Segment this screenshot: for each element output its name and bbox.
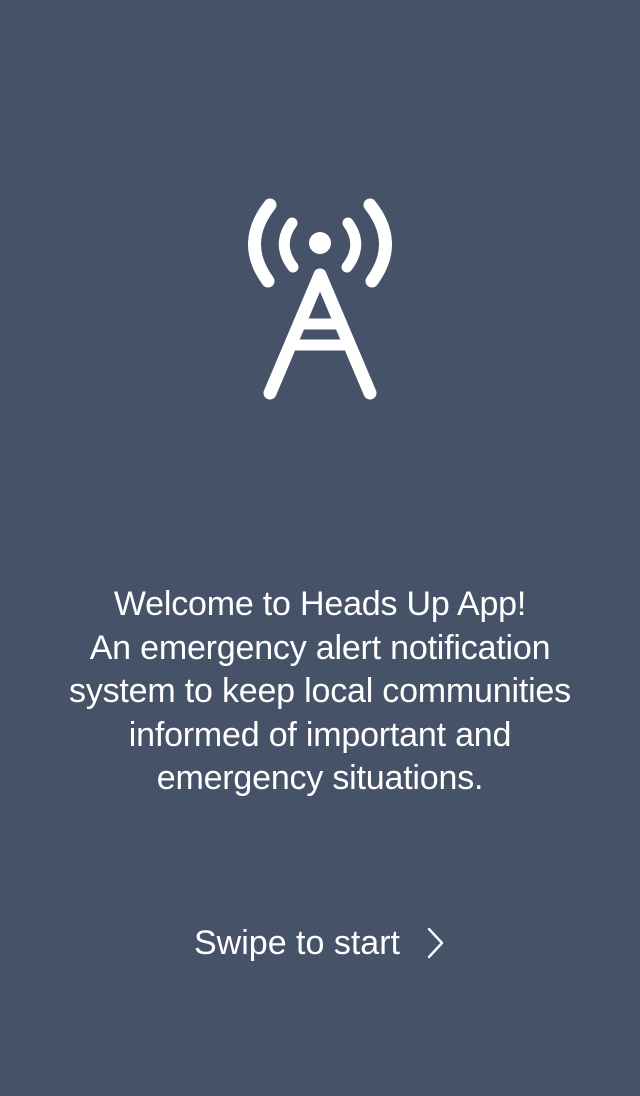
welcome-message: Welcome to Heads Up App! An emergency al… — [40, 583, 600, 801]
welcome-line: informed of important and — [128, 715, 512, 754]
welcome-line: Welcome to Heads Up App! — [113, 585, 527, 623]
welcome-line: An emergency alert notification — [89, 628, 551, 667]
chevron-right-icon — [427, 927, 444, 959]
onboarding-screen[interactable]: Welcome to Heads Up App! An emergency al… — [0, 0, 640, 1096]
swipe-to-start-button[interactable]: Swipe to start — [160, 918, 480, 968]
swipe-label: Swipe to start — [194, 923, 400, 962]
welcome-line: emergency situations. — [156, 759, 484, 797]
welcome-line: system to keep local communities — [69, 672, 571, 710]
radio-tower-icon — [240, 195, 400, 405]
